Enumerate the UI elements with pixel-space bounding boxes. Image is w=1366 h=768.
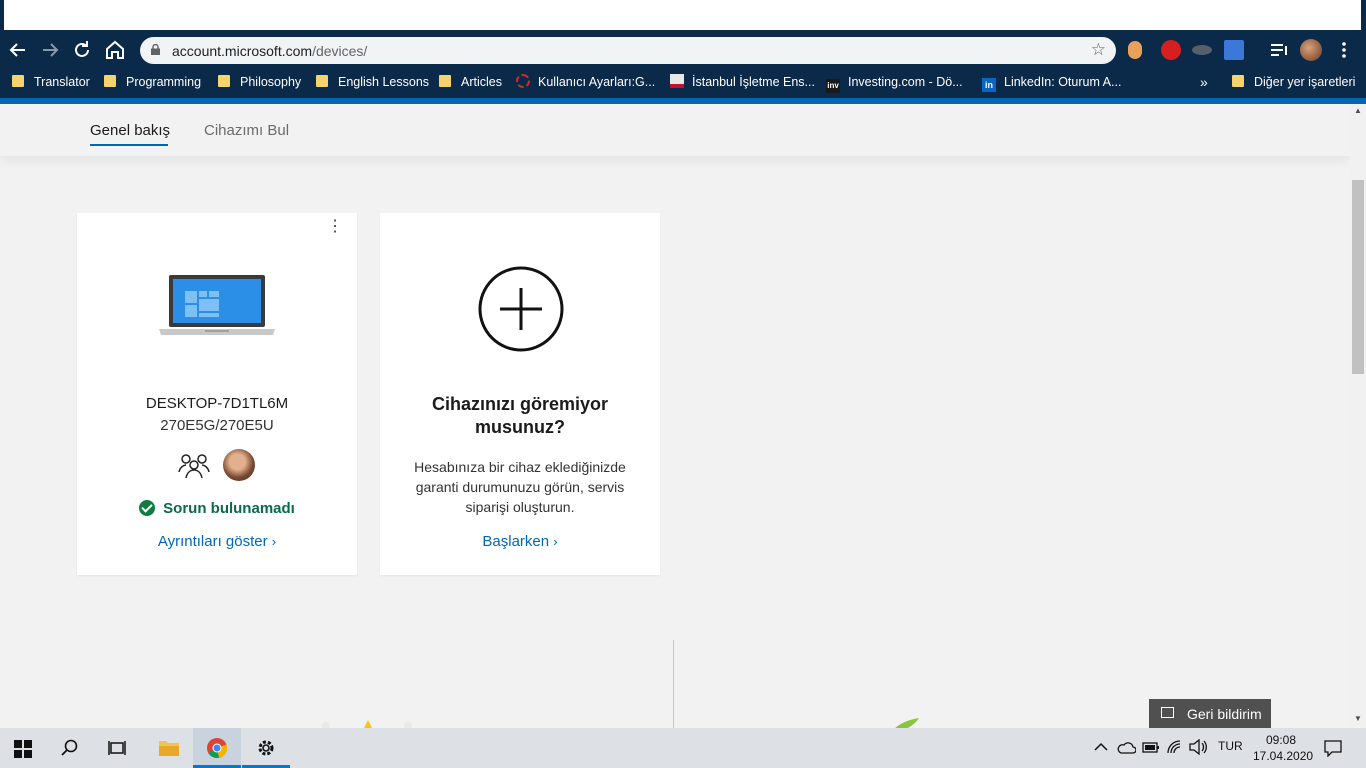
taskbar-clock[interactable]: 09:08 17.04.2020 [1253, 732, 1314, 764]
settings-taskbar-button[interactable] [242, 728, 290, 768]
url-text: account.microsoft.com/devices/ [172, 43, 368, 59]
add-circle-icon [478, 266, 564, 352]
lock-icon [151, 44, 160, 55]
investing-favicon-icon: inv [826, 79, 840, 93]
more-options-icon[interactable]: ⋮ [327, 219, 343, 235]
cant-see-device-title: Cihazınızı göremiyor musunuz? [431, 394, 609, 437]
back-arrow-icon[interactable] [6, 38, 30, 62]
extension-icon[interactable] [1128, 41, 1142, 59]
eye-extension-icon[interactable] [1192, 45, 1212, 55]
windows-taskbar: TUR 09:08 17.04.2020 [0, 728, 1366, 768]
scroll-up-arrow-icon[interactable]: ▲ [1354, 106, 1362, 115]
chrome-icon [207, 738, 228, 759]
folder-icon [12, 75, 24, 87]
windows-logo-icon [14, 740, 32, 758]
menu-dots-icon[interactable] [1332, 38, 1356, 62]
illustration-fragment-left [322, 720, 412, 728]
devices-page: Genel bakış Cihazımı Bul ⋮ DESKTOP-7D1TL… [0, 104, 1350, 728]
folder-icon [316, 75, 328, 87]
reading-list-icon[interactable] [1267, 38, 1291, 62]
task-view-icon [108, 741, 126, 755]
tab-overview[interactable]: Genel bakış [90, 122, 170, 139]
tab-strip[interactable] [4, 0, 1361, 30]
onedrive-icon[interactable] [1116, 740, 1136, 754]
clock-time: 09:08 [1265, 733, 1297, 747]
other-bookmarks[interactable]: Diğer yer işaretleri [1232, 73, 1355, 91]
bookmarks-bar: Translator Programming Philosophy Englis… [0, 66, 1366, 98]
comment-icon [1161, 707, 1174, 718]
scroll-down-arrow-icon[interactable]: ▼ [1354, 714, 1362, 723]
laptop-icon [159, 275, 275, 335]
browser-titlebar [0, 0, 1366, 34]
bookmarks-overflow-button[interactable]: » [1200, 73, 1208, 91]
start-button[interactable] [0, 728, 48, 768]
search-icon [61, 739, 78, 756]
folder-icon [159, 741, 179, 756]
adblock-extension-icon[interactable] [1161, 40, 1181, 60]
folder-icon [1232, 75, 1244, 87]
task-view-button[interactable] [93, 728, 141, 768]
battery-icon[interactable] [1142, 740, 1160, 754]
address-bar[interactable]: account.microsoft.com/devices/ ☆ [140, 37, 1116, 64]
settings-favicon-icon [516, 74, 530, 88]
device-model: 270E5G/270E5U [160, 417, 274, 434]
bookmark-programming[interactable]: Programming [104, 73, 201, 91]
action-center-icon[interactable] [1324, 739, 1342, 757]
gear-icon [258, 740, 274, 756]
bookmark-star-icon[interactable]: ☆ [1091, 40, 1106, 60]
folder-icon [104, 75, 116, 87]
volume-icon[interactable] [1188, 739, 1208, 755]
active-tab-indicator [90, 144, 168, 146]
bookmark-philosophy[interactable]: Philosophy [218, 73, 301, 91]
devices-subnav: Genel bakış Cihazımı Bul [0, 104, 1350, 156]
tab-find-my-device[interactable]: Cihazımı Bul [204, 122, 289, 139]
family-users-icon [178, 454, 210, 479]
input-language-indicator[interactable]: TUR [1218, 739, 1243, 753]
scrollbar-thumb[interactable] [1352, 180, 1364, 374]
get-started-link[interactable]: Başlarken › [380, 533, 660, 550]
bookmark-istanbul-isletme[interactable]: İstanbul İşletme Ens... [670, 73, 815, 91]
bookmark-english-lessons[interactable]: English Lessons [316, 73, 429, 91]
profile-avatar[interactable] [1300, 39, 1322, 61]
show-hidden-icons-icon[interactable] [1094, 742, 1108, 752]
page-scrollbar[interactable]: ▲ ▼ [1350, 104, 1366, 728]
check-circle-icon [139, 500, 156, 516]
university-favicon-icon [670, 74, 684, 88]
home-icon[interactable] [103, 38, 127, 62]
bookmark-linkedin[interactable]: in LinkedIn: Oturum A... [982, 73, 1121, 92]
reload-icon[interactable] [70, 38, 94, 62]
bookmark-investing[interactable]: inv Investing.com - Dö... [826, 73, 963, 93]
folder-icon [218, 75, 230, 87]
translate-extension-icon[interactable] [1224, 40, 1244, 60]
bookmark-translator[interactable]: Translator [12, 73, 90, 91]
wifi-icon[interactable] [1166, 739, 1184, 755]
bookmark-articles[interactable]: Articles [439, 73, 502, 91]
device-name: DESKTOP-7D1TL6M [145, 395, 289, 412]
clock-date: 17.04.2020 [1253, 749, 1314, 763]
section-divider [673, 640, 674, 728]
linkedin-favicon-icon: in [982, 78, 996, 92]
file-explorer-button[interactable] [145, 728, 193, 768]
bookmark-kullanici-ayarlari[interactable]: Kullanıcı Ayarları:G... [516, 73, 655, 91]
feedback-button[interactable]: Geri bildirim [1149, 699, 1271, 729]
add-device-description: Hesabınıza bir cihaz eklediğinizde garan… [414, 459, 626, 515]
illustration-fragment-right [895, 718, 919, 728]
feedback-label: Geri bildirim [1187, 706, 1262, 722]
search-button[interactable] [46, 728, 94, 768]
add-device-card: Cihazınızı göremiyor musunuz? Hesabınıza… [380, 213, 660, 575]
show-details-link[interactable]: Ayrıntıları göster › [77, 533, 357, 550]
browser-toolbar: account.microsoft.com/devices/ ☆ [0, 34, 1366, 66]
folder-icon [439, 75, 451, 87]
owner-avatar [223, 449, 255, 481]
forward-arrow-icon[interactable] [38, 38, 62, 62]
device-status: Sorun bulunamadı [77, 500, 357, 517]
device-card: ⋮ DESKTOP-7D1TL6M 270E5G/270E5U Sorun bu… [77, 213, 357, 575]
chrome-taskbar-button[interactable] [193, 728, 241, 768]
